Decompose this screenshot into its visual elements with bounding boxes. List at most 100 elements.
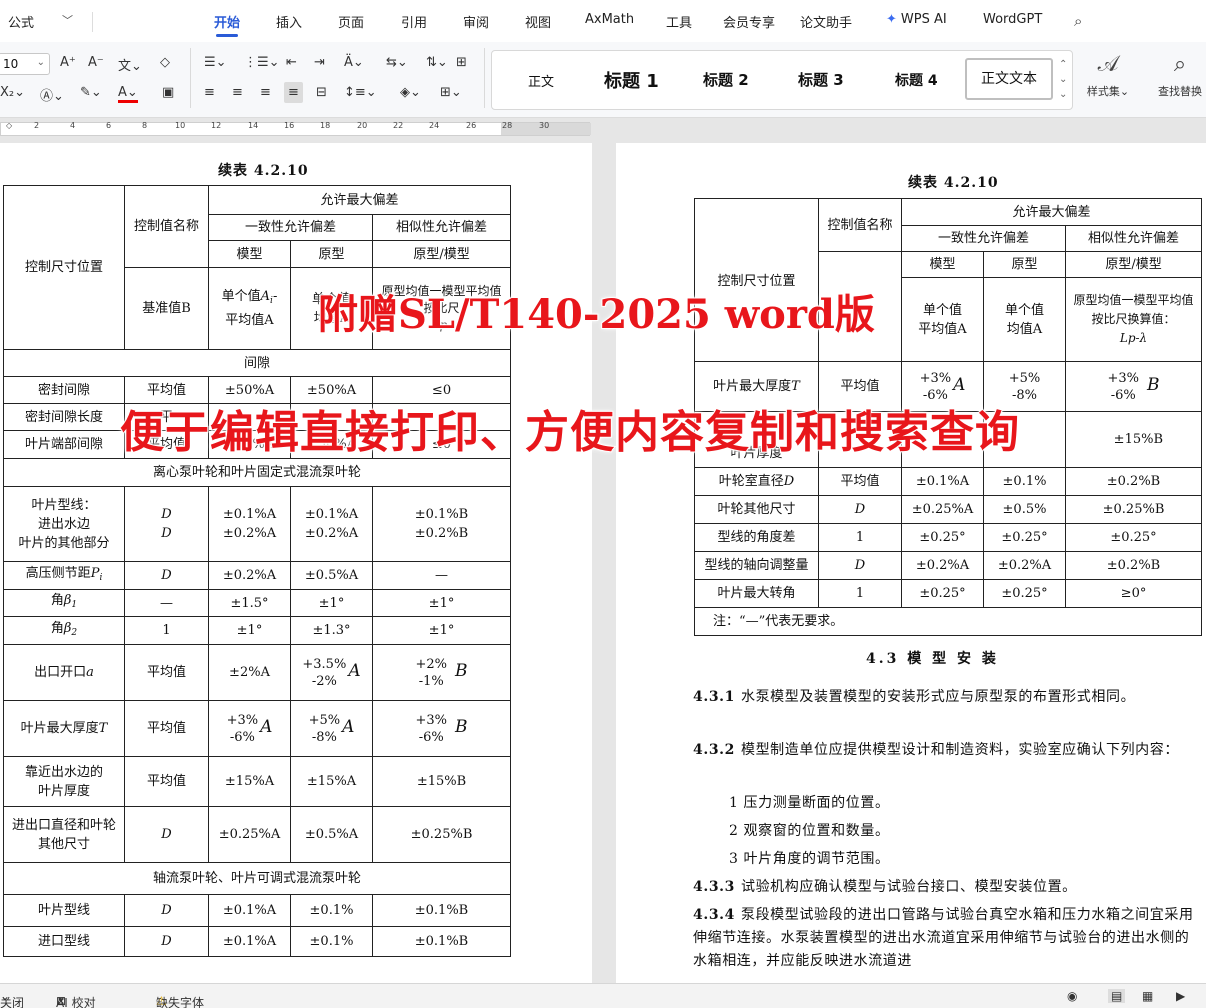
style-heading-4[interactable]: 标题 4 [895,70,938,90]
header-model: 模型 [208,240,291,268]
tab-references[interactable]: 引用 [401,12,427,31]
numbered-list-icon[interactable]: ⋮☰⌄ [244,55,280,70]
justify-icon[interactable]: ≡ [284,82,303,103]
tab-home[interactable]: 开始 [214,12,240,37]
tab-thesis-assistant[interactable]: 论文助手 [800,12,852,31]
shrink-font-icon[interactable]: A⁻ [88,55,104,70]
tab-member[interactable]: 会员专享 [723,12,775,31]
search-icon[interactable]: ⌕ [1074,12,1082,30]
style-set-label: 样式集 [1086,85,1120,98]
cell-text: +2% [415,656,448,672]
row-value: D [818,495,902,524]
show-marks-icon[interactable]: ⊞ [456,55,467,70]
font-color-icon[interactable]: A⌄ [118,85,138,103]
ruler-marker-icon[interactable]: ◇ [6,121,12,130]
section-heading: 4.3 模 型 安 装 [866,651,999,667]
row-value: 平均值 [124,756,209,807]
style-heading-2[interactable]: 标题 2 [703,69,749,90]
row-name: 进出口直径和叶轮 其他尺寸 [3,806,125,863]
text-direction-icon[interactable]: Ä⌄ [344,55,364,70]
eye-protection-icon[interactable]: ◉ [1067,989,1077,1003]
cell-text: i [99,572,103,583]
page-view-icon[interactable]: ▤ [1108,989,1126,1003]
row-model: ±0.1%A ±0.2%A [208,486,291,562]
tab-axmath[interactable]: AxMath [585,12,634,27]
align-left-icon[interactable]: ≡ [204,85,215,100]
bullet-list-icon[interactable]: ☰⌄ [204,55,227,70]
row-sim: ±0.25° [1064,523,1203,552]
document-page-left[interactable]: 续表 4.2.10 控制尺寸位置 控制值名称 允许最大偏差 一致性允许偏差 相似… [0,143,592,983]
web-layout-icon[interactable]: ▦ [1142,989,1153,1003]
borders-icon[interactable]: ⊞⌄ [440,85,462,100]
clause-text: 试验机构应确认模型与试验台接口、模型安装位置。 [740,879,1077,895]
play-icon[interactable]: ▶ [1176,989,1185,1003]
cell-text: 叶片最大厚度 [20,721,99,736]
shading-icon[interactable]: ◈⌄ [400,85,421,100]
align-right-icon[interactable]: ≡ [260,85,271,100]
tab-wps-ai[interactable]: ✦ WPS AI [886,12,947,27]
tab-insert[interactable]: 插入 [276,12,302,31]
align-center-icon[interactable]: ≡ [232,85,243,100]
style-normal[interactable]: 正文 [528,71,554,90]
cell-text: +3% -6% [1107,370,1139,404]
row-sim: ≥0° [1064,579,1203,608]
row-name: 进口型线 [3,926,125,957]
distribute-icon[interactable]: ⊟ [316,85,327,100]
styles-gallery: 正文 标题 1 标题 2 标题 3 标题 4 正文文本 ⌃ ⌄ ⌄ [491,50,1073,110]
divider [484,48,485,108]
row-sim: ±0.2%B [1064,551,1203,580]
row-name: 角β2 [3,616,125,645]
cell-text: A [953,375,966,395]
paragraph-4-3-2: 4.3.2 模型制造单位应提供模型设计和制造资料，实验室应确认下列内容： [693,739,1201,762]
clause-number: 4.3.3 [693,879,735,895]
style-body-text[interactable]: 正文文本 [965,58,1053,100]
chevron-down-icon[interactable]: ﹀ [62,12,73,28]
cell-text: A [348,661,361,681]
paragraph-4-3-1: 4.3.1 水泵模型及装置模型的安装形式应与原型泵的布置形式相同。 [693,686,1201,709]
tab-tools[interactable]: 工具 [666,12,692,31]
cell-text: 换算值： [1127,312,1176,326]
cell-text: -2% [311,673,337,689]
row-value: D [124,894,209,927]
style-heading-1[interactable]: 标题 1 [604,67,659,93]
sort-icon[interactable]: ⇅⌄ [426,55,448,70]
phonetic-icon[interactable]: 文⌄ [118,55,142,74]
highlight-icon[interactable]: ✎⌄ [80,85,102,100]
horizontal-ruler[interactable]: ◇ 2 4 6 8 10 12 14 16 18 20 22 24 26 28 … [0,118,1206,140]
document-page-right[interactable]: 续表 4.2.10 控制尺寸位置 控制值名称 允许最大偏差 一致性允许偏差 相似… [616,143,1206,983]
ruler-tick: 2 [34,121,40,130]
row-model: ±1° [208,616,291,645]
grow-font-icon[interactable]: A⁺ [60,55,76,70]
cell-text: 高压侧节距 [25,565,91,581]
header-single-model: 单个值Ai- 平均值A [208,267,291,350]
row-sim: ±0.1%B [371,926,512,957]
increase-indent-icon[interactable]: ⇥ [314,55,325,70]
tab-review[interactable]: 审阅 [463,12,489,31]
cell-text: +3% -6% [415,712,447,746]
text-effect-icon[interactable]: Ⓐ⌄ [40,85,64,104]
ai-check-button[interactable]: ⊠ AI 校对 ⌄ [56,989,96,1008]
line-break-icon[interactable]: ⇆⌄ [386,55,408,70]
subscript-icon[interactable]: X₂⌄ [0,85,25,100]
cell-text: 平均值A [225,313,274,328]
ruler-tick: 28 [502,121,513,130]
decrease-indent-icon[interactable]: ⇤ [286,55,297,70]
style-heading-3[interactable]: 标题 3 [798,69,844,90]
font-name-box[interactable]: 公式 [8,12,34,31]
chevron-down-icon: ⌄ [36,57,45,68]
clear-format-icon[interactable]: ◇ [160,55,170,70]
status-close[interactable]: 关闭 ⌄ [0,989,24,1008]
tab-page[interactable]: 页面 [338,12,364,31]
tab-view[interactable]: 视图 [525,12,551,31]
font-size-select[interactable]: 10 ⌄ [0,53,50,75]
line-spacing-icon[interactable]: ↕≡⌄ [344,85,377,100]
find-replace-button[interactable]: ⌕ 查找替换 [1150,52,1206,99]
row-name: 叶片型线 [3,894,125,927]
row-name: 叶轮室直径D [694,467,819,496]
style-set-button[interactable]: 𝒜 样式集⌄ [1080,52,1136,99]
tab-wordgpt[interactable]: WordGPT [983,12,1042,27]
char-border-icon[interactable]: ▣ [162,85,174,100]
row-value: DD [124,486,209,562]
styles-scroll-icon[interactable]: ⌃ ⌄ ⌄ [1059,57,1067,102]
row-proto: ±0.1%A ±0.2%A [290,486,373,562]
